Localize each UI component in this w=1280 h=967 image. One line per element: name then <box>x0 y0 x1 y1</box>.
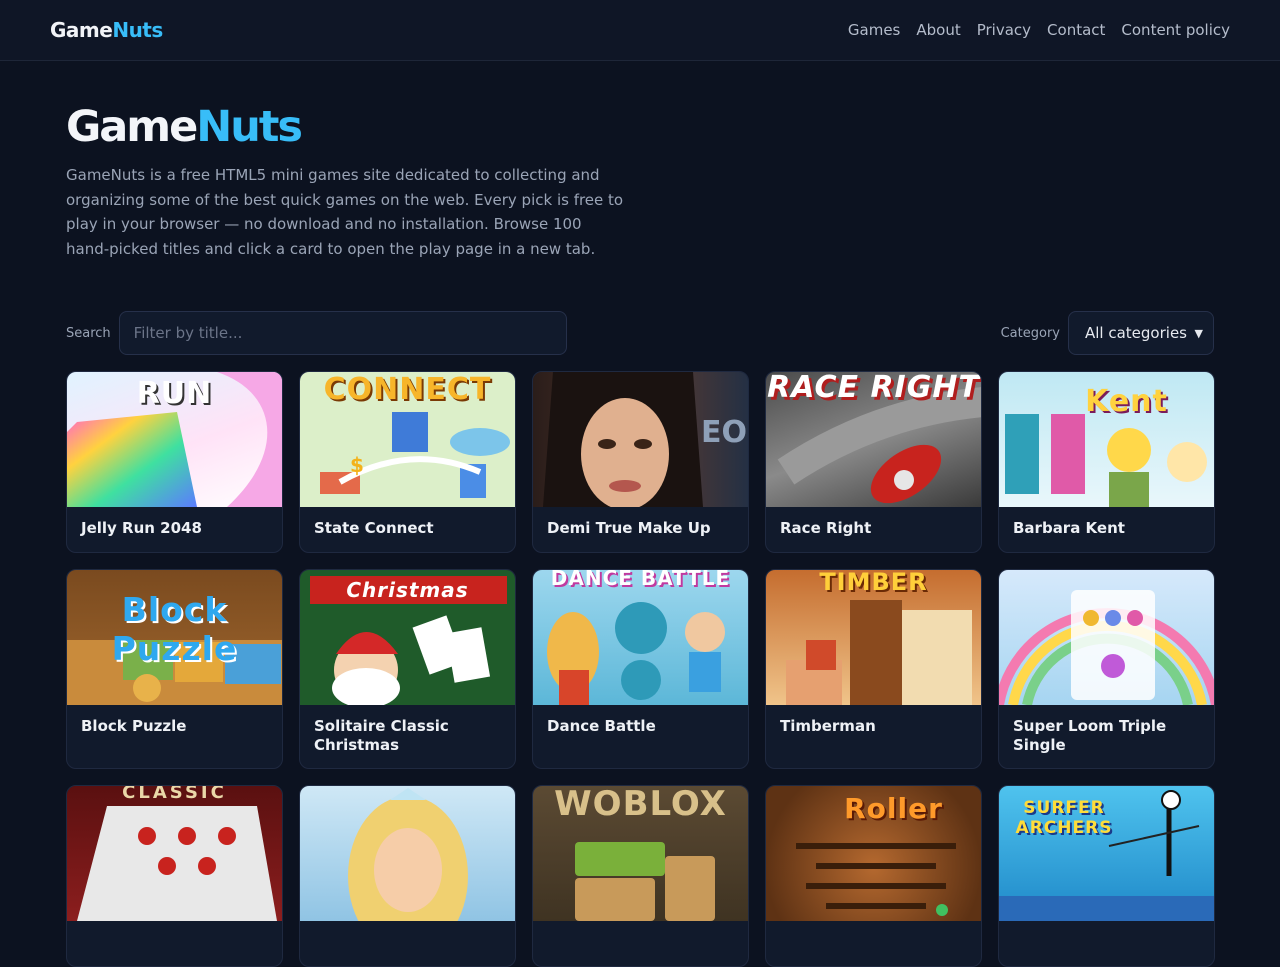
game-title: Timberman <box>780 717 876 735</box>
svg-text:EO: EO <box>701 415 747 450</box>
thumb-text: RACE RIGHT <box>767 372 980 405</box>
game-title: Barbara Kent <box>1013 519 1125 537</box>
loom-rainbow-art <box>999 590 1214 705</box>
game-thumbnail: EO <box>533 372 748 507</box>
game-card[interactable]: Roller <box>765 785 982 967</box>
princess-art <box>348 788 468 921</box>
game-card[interactable]: RUN Jelly Run 2048 <box>66 371 283 553</box>
game-title: State Connect <box>314 519 434 537</box>
thumb-text: Kent <box>1085 384 1168 419</box>
nav-games[interactable]: Games <box>848 21 900 39</box>
game-thumbnail <box>300 786 515 921</box>
game-title <box>766 921 981 933</box>
game-thumbnail: CLASSIC <box>67 786 282 921</box>
game-thumbnail: RACE RIGHT <box>766 372 981 507</box>
title-part-1: Game <box>66 102 198 152</box>
game-card[interactable]: TIMBER Timberman <box>765 569 982 769</box>
chevron-down-icon: ▼ <box>1194 326 1203 340</box>
game-title: Super Loom Triple Single <box>1013 717 1167 754</box>
game-card[interactable]: Block Puzzle Block Puzzle <box>66 569 283 769</box>
game-thumbnail <box>999 570 1214 705</box>
game-thumbnail: Block Puzzle <box>67 570 282 705</box>
thumb-text: Block Puzzle <box>111 590 238 668</box>
search-label: Search <box>66 325 111 341</box>
nav-about[interactable]: About <box>916 21 960 39</box>
brand-part-1: Game <box>50 18 113 42</box>
game-card[interactable]: CLASSIC <box>66 785 283 967</box>
thumb-text: RUN <box>136 376 213 411</box>
game-title: Dance Battle <box>547 717 656 735</box>
nav-contact[interactable]: Contact <box>1047 21 1105 39</box>
search-input[interactable] <box>118 311 567 355</box>
category-selected-value: All categories <box>1085 324 1187 342</box>
game-card[interactable]: WOBLOX <box>532 785 749 967</box>
brand-part-2: Nuts <box>112 18 163 42</box>
game-title <box>999 921 1214 933</box>
dancers-art <box>547 602 725 705</box>
nav-privacy[interactable]: Privacy <box>977 21 1031 39</box>
thumb-text: WOBLOX <box>554 786 727 824</box>
svg-text:$: $ <box>350 453 364 477</box>
game-thumbnail: $ CONNECT <box>300 372 515 507</box>
game-card[interactable]: RACE RIGHT Race Right <box>765 371 982 553</box>
game-card[interactable]: Christmas Solitaire Classic Christmas <box>299 569 516 769</box>
game-thumbnail: Christmas <box>300 570 515 705</box>
game-title <box>67 921 282 933</box>
game-thumbnail: Roller <box>766 786 981 921</box>
main-nav: Games About Privacy Contact Content poli… <box>848 21 1230 39</box>
thumb-text: TIMBER <box>819 570 928 596</box>
game-card[interactable] <box>299 785 516 967</box>
thumb-text: CONNECT <box>323 372 492 407</box>
hero-description: GameNuts is a free HTML5 mini games site… <box>66 166 624 258</box>
game-title <box>533 921 748 933</box>
filter-bar: Search Category All categories ▼ <box>66 311 1214 355</box>
thumb-text: Christmas <box>346 578 469 602</box>
page-title: GameNuts <box>66 101 1214 153</box>
game-grid: RUN Jelly Run 2048 $ CONNECT State Conne… <box>66 371 1215 967</box>
search-group: Search <box>66 311 567 355</box>
nav-content-policy[interactable]: Content policy <box>1121 21 1230 39</box>
game-title <box>300 921 515 933</box>
category-select[interactable]: All categories ▼ <box>1068 311 1214 355</box>
game-title: Race Right <box>780 519 872 537</box>
game-thumbnail: Kent <box>999 372 1214 507</box>
game-thumbnail: DANCE BATTLE <box>533 570 748 705</box>
game-title: Block Puzzle <box>81 717 187 735</box>
portrait-art: EO <box>543 372 747 507</box>
brand-logo[interactable]: GameNuts <box>50 18 163 42</box>
category-group: Category All categories ▼ <box>1001 311 1214 355</box>
game-thumbnail: TIMBER <box>766 570 981 705</box>
game-thumbnail: WOBLOX <box>533 786 748 921</box>
game-card[interactable]: EO Demi True Make Up <box>532 371 749 553</box>
top-bar: GameNuts Games About Privacy Contact Con… <box>0 0 1280 61</box>
game-thumbnail: SURFER ARCHERS <box>999 786 1214 921</box>
category-label: Category <box>1000 325 1060 341</box>
game-card[interactable]: $ CONNECT State Connect <box>299 371 516 553</box>
game-title: Demi True Make Up <box>547 519 711 537</box>
thumb-text: DANCE BATTLE <box>550 570 731 590</box>
thumb-text: Roller <box>844 792 943 825</box>
game-title: Solitaire Classic Christmas <box>314 717 449 754</box>
game-card[interactable]: Super Loom Triple Single <box>998 569 1215 769</box>
thumb-text: SURFER ARCHERS <box>1015 798 1113 838</box>
game-thumbnail: RUN <box>67 372 282 507</box>
thumb-text: CLASSIC <box>122 786 227 803</box>
checkers-board-art <box>77 806 277 921</box>
game-card[interactable]: DANCE BATTLE Dance Battle <box>532 569 749 769</box>
game-card[interactable]: Kent Barbara Kent <box>998 371 1215 553</box>
game-card[interactable]: SURFER ARCHERS <box>998 785 1215 967</box>
title-part-2: Nuts <box>196 102 303 152</box>
hero: GameNuts GameNuts is a free HTML5 mini g… <box>0 61 1280 261</box>
game-title: Jelly Run 2048 <box>81 519 202 537</box>
